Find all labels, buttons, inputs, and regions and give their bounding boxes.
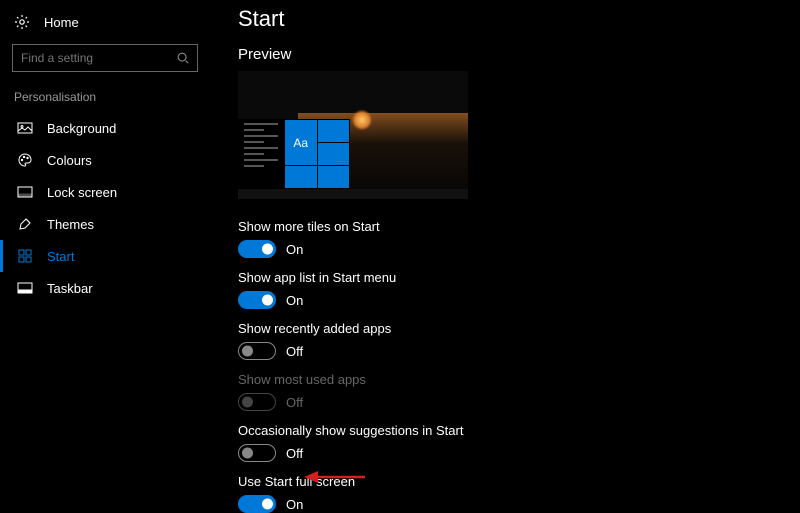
search-input[interactable] bbox=[12, 44, 198, 72]
sidebar-item-background[interactable]: Background bbox=[0, 112, 210, 144]
sidebar-item-lockscreen[interactable]: Lock screen bbox=[0, 176, 210, 208]
start-preview: Aa bbox=[238, 71, 468, 199]
setting-row: Show app list in Start menu On bbox=[238, 270, 800, 309]
search-icon bbox=[176, 50, 190, 66]
palette-icon bbox=[17, 152, 33, 168]
sidebar: Home Personalisation Background Colours … bbox=[0, 0, 210, 500]
toggle-switch[interactable] bbox=[238, 291, 276, 309]
home-label: Home bbox=[44, 15, 79, 30]
setting-label: Show app list in Start menu bbox=[238, 270, 800, 285]
themes-icon bbox=[17, 216, 33, 232]
setting-label: Use Start full screen bbox=[238, 474, 800, 489]
start-icon bbox=[17, 248, 33, 264]
sidebar-item-label: Lock screen bbox=[47, 185, 117, 200]
search-field[interactable] bbox=[21, 51, 176, 65]
section-header-personalisation: Personalisation bbox=[0, 86, 210, 112]
gear-icon bbox=[14, 14, 30, 30]
sidebar-item-colours[interactable]: Colours bbox=[0, 144, 210, 176]
sidebar-item-label: Background bbox=[47, 121, 116, 136]
lockscreen-icon bbox=[17, 184, 33, 200]
sidebar-item-label: Start bbox=[47, 249, 74, 264]
preview-tile-aa: Aa bbox=[285, 120, 317, 165]
setting-label: Occasionally show suggestions in Start bbox=[238, 423, 800, 438]
setting-row: Show more tiles on Start On bbox=[238, 219, 800, 258]
toggle-state-text: On bbox=[286, 242, 303, 257]
setting-row: Show most used apps Off bbox=[238, 372, 800, 411]
picture-icon bbox=[17, 120, 33, 136]
toggle-switch[interactable] bbox=[238, 240, 276, 258]
toggle-state-text: Off bbox=[286, 344, 303, 359]
setting-label: Show most used apps bbox=[238, 372, 800, 387]
toggle-switch[interactable] bbox=[238, 495, 276, 513]
sidebar-item-themes[interactable]: Themes bbox=[0, 208, 210, 240]
page-title: Start bbox=[238, 6, 800, 32]
home-button[interactable]: Home bbox=[0, 8, 210, 40]
preview-label: Preview bbox=[238, 46, 800, 63]
toggle-state-text: On bbox=[286, 293, 303, 308]
setting-row: Occasionally show suggestions in Start Of… bbox=[238, 423, 800, 462]
taskbar-icon bbox=[17, 280, 33, 296]
sidebar-item-label: Taskbar bbox=[47, 281, 93, 296]
setting-row: Use Start full screen On bbox=[238, 474, 800, 513]
main-content: Start Preview Aa Show more tiles on Star… bbox=[210, 0, 800, 500]
setting-label: Show recently added apps bbox=[238, 321, 800, 336]
toggle-switch bbox=[238, 393, 276, 411]
sidebar-item-taskbar[interactable]: Taskbar bbox=[0, 272, 210, 304]
sidebar-item-start[interactable]: Start bbox=[0, 240, 210, 272]
toggle-switch[interactable] bbox=[238, 444, 276, 462]
toggle-state-text: On bbox=[286, 497, 303, 512]
sidebar-item-label: Themes bbox=[47, 217, 94, 232]
setting-label: Show more tiles on Start bbox=[238, 219, 800, 234]
setting-row: Show recently added apps Off bbox=[238, 321, 800, 360]
toggle-state-text: Off bbox=[286, 395, 303, 410]
toggle-switch[interactable] bbox=[238, 342, 276, 360]
sidebar-item-label: Colours bbox=[47, 153, 92, 168]
toggle-state-text: Off bbox=[286, 446, 303, 461]
